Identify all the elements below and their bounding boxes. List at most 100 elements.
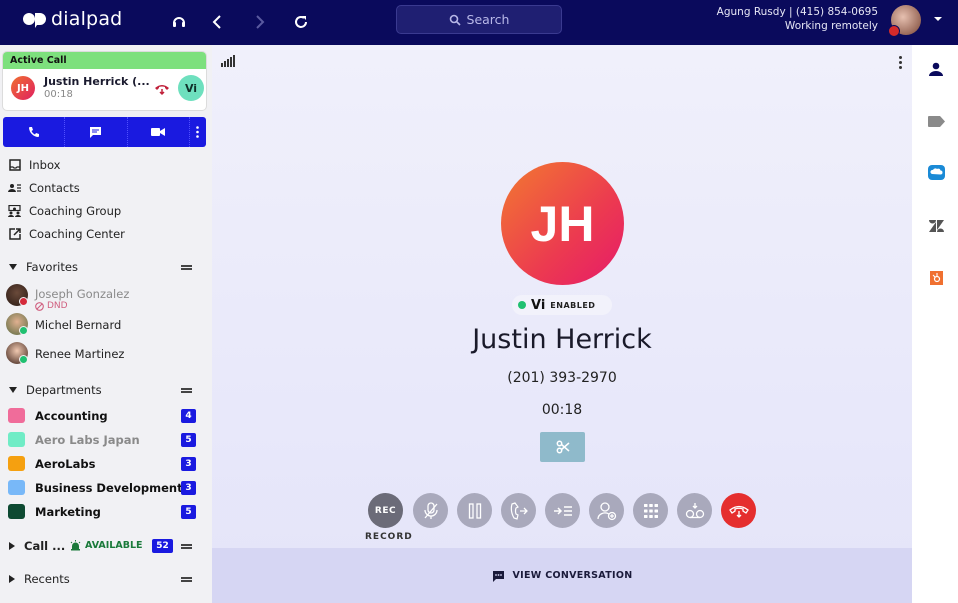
add-caller-button[interactable] [589, 493, 624, 528]
hang-up-button[interactable] [721, 493, 756, 528]
signal-strength-icon[interactable] [221, 55, 235, 67]
search-input[interactable]: Search [396, 5, 562, 34]
zendesk-icon[interactable] [927, 217, 945, 235]
voicemail-drop-button[interactable] [677, 493, 712, 528]
department-name: AeroLabs [35, 457, 96, 471]
vi-avatar[interactable]: Vi [178, 75, 204, 101]
contacts-icon [8, 181, 21, 194]
message-icon [90, 126, 102, 138]
call-panel: JH Vi ENABLED Justin Herrick (201) 393-2… [212, 45, 912, 603]
caller-avatar: JH [11, 76, 35, 100]
pause-icon [468, 502, 481, 519]
department-color-swatch [8, 456, 25, 471]
hold-button[interactable] [457, 493, 492, 528]
collapse-caret-icon [9, 387, 17, 393]
sidebar-item-coaching-group[interactable]: Coaching Group [0, 199, 212, 222]
contact-icon[interactable] [927, 60, 945, 78]
call-button[interactable] [3, 117, 66, 147]
salesforce-icon[interactable] [927, 163, 945, 181]
sidebar-item-inbox[interactable]: Inbox [0, 153, 212, 176]
drag-handle-icon[interactable] [181, 265, 192, 270]
department-item[interactable]: Aero Labs Japan 5 [0, 428, 212, 452]
search-icon [449, 14, 461, 26]
quick-actions-bar [3, 117, 206, 147]
contact-name: Joseph Gonzalez [35, 287, 130, 301]
vi-status: ENABLED [550, 300, 596, 310]
user-info[interactable]: Agung Rusdy | (415) 854-0695 Working rem… [717, 5, 878, 33]
contact-name: Renee Martinez [35, 347, 125, 361]
user-avatar[interactable] [888, 5, 921, 37]
sidebar-item-label: Coaching Center [29, 226, 125, 241]
record-button[interactable]: REC [368, 493, 403, 528]
merge-queue-icon [553, 505, 572, 516]
video-button[interactable] [128, 117, 190, 147]
call-center-section-header[interactable]: Call ... AVAILABLE 52 [0, 535, 212, 557]
sidebar-item-contacts[interactable]: Contacts [0, 176, 212, 199]
dialpad-logo-icon [23, 13, 46, 28]
section-title: Departments [26, 383, 102, 397]
drag-handle-icon[interactable] [181, 544, 192, 549]
dnd-icon [35, 301, 44, 311]
availability-status[interactable]: AVAILABLE [70, 540, 143, 551]
active-call-card[interactable]: Active Call JH Justin Herrick (... 00:18… [3, 52, 206, 110]
count-badge: 4 [181, 409, 196, 423]
drag-handle-icon[interactable] [181, 388, 192, 393]
status-dot [518, 301, 526, 309]
vi-enabled-badge[interactable]: Vi ENABLED [512, 295, 612, 315]
clip-button[interactable] [540, 432, 585, 462]
department-color-swatch [8, 408, 25, 423]
merge-button[interactable] [545, 493, 580, 528]
message-button[interactable] [65, 117, 128, 147]
transfer-button[interactable] [501, 493, 536, 528]
expand-caret-icon [9, 575, 15, 583]
count-badge: 52 [152, 539, 173, 553]
hubspot-icon[interactable] [927, 269, 945, 287]
view-conversation-button[interactable]: VIEW CONVERSATION [212, 548, 912, 603]
department-color-swatch [8, 432, 25, 447]
more-options-icon[interactable] [899, 56, 902, 69]
caller-name: Justin Herrick (... [44, 75, 150, 88]
tag-icon[interactable] [927, 112, 945, 130]
voicemail-drop-icon [685, 502, 704, 518]
department-item[interactable]: Business Development 3 [0, 476, 212, 500]
hang-up-icon[interactable] [154, 81, 170, 100]
more-actions-button[interactable] [190, 117, 206, 147]
integrations-sidebar [912, 45, 958, 603]
count-badge: 5 [181, 505, 196, 519]
headset-icon[interactable] [167, 10, 191, 34]
favorite-contact[interactable]: Renee Martinez [0, 340, 212, 368]
sidebar-item-coaching-center[interactable]: Coaching Center [0, 222, 212, 245]
favorite-contact[interactable]: Michel Bernard [0, 311, 212, 339]
search-placeholder: Search [466, 12, 510, 27]
mute-button[interactable] [413, 493, 448, 528]
on-call-badge-icon [888, 25, 900, 37]
department-color-swatch [8, 480, 25, 495]
active-call-header: Active Call [3, 52, 206, 69]
department-item[interactable]: AeroLabs 3 [0, 452, 212, 476]
forward-icon[interactable] [248, 10, 272, 34]
dnd-status: DND [35, 301, 68, 311]
department-item[interactable]: Accounting 4 [0, 404, 212, 428]
count-badge: 3 [181, 457, 196, 471]
back-icon[interactable] [205, 10, 229, 34]
chevron-down-icon[interactable] [934, 17, 942, 21]
departments-section-header[interactable]: Departments [0, 379, 212, 401]
video-icon [151, 128, 166, 136]
favorite-contact[interactable]: Joseph Gonzalez DND [0, 282, 212, 311]
sidebar: Active Call JH Justin Herrick (... 00:18… [0, 45, 212, 603]
favorites-section-header[interactable]: Favorites [0, 256, 212, 278]
dialpad-logo[interactable]: dialpad [22, 8, 122, 30]
keypad-button[interactable] [633, 493, 668, 528]
section-title: Call ... [24, 539, 66, 553]
add-person-icon [596, 501, 616, 520]
drag-handle-icon[interactable] [181, 577, 192, 582]
external-link-icon [8, 227, 21, 240]
refresh-icon[interactable] [289, 10, 313, 34]
alarm-icon [70, 540, 81, 551]
section-title: Favorites [26, 260, 78, 274]
department-item[interactable]: Marketing 5 [0, 500, 212, 524]
microphone-off-icon [423, 501, 438, 519]
status-dot [19, 297, 28, 306]
sidebar-item-label: Coaching Group [29, 203, 122, 218]
recents-section-header[interactable]: Recents [0, 568, 212, 590]
